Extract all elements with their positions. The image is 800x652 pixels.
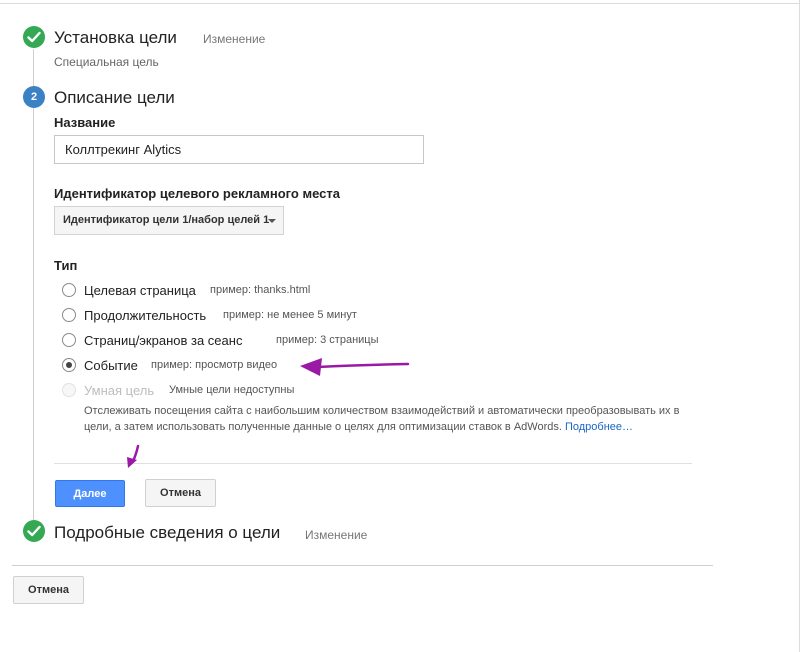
arrow-to-event-icon: [300, 358, 410, 376]
annotation-arrows: [127, 358, 410, 468]
arrow-to-next-icon: [127, 444, 140, 468]
